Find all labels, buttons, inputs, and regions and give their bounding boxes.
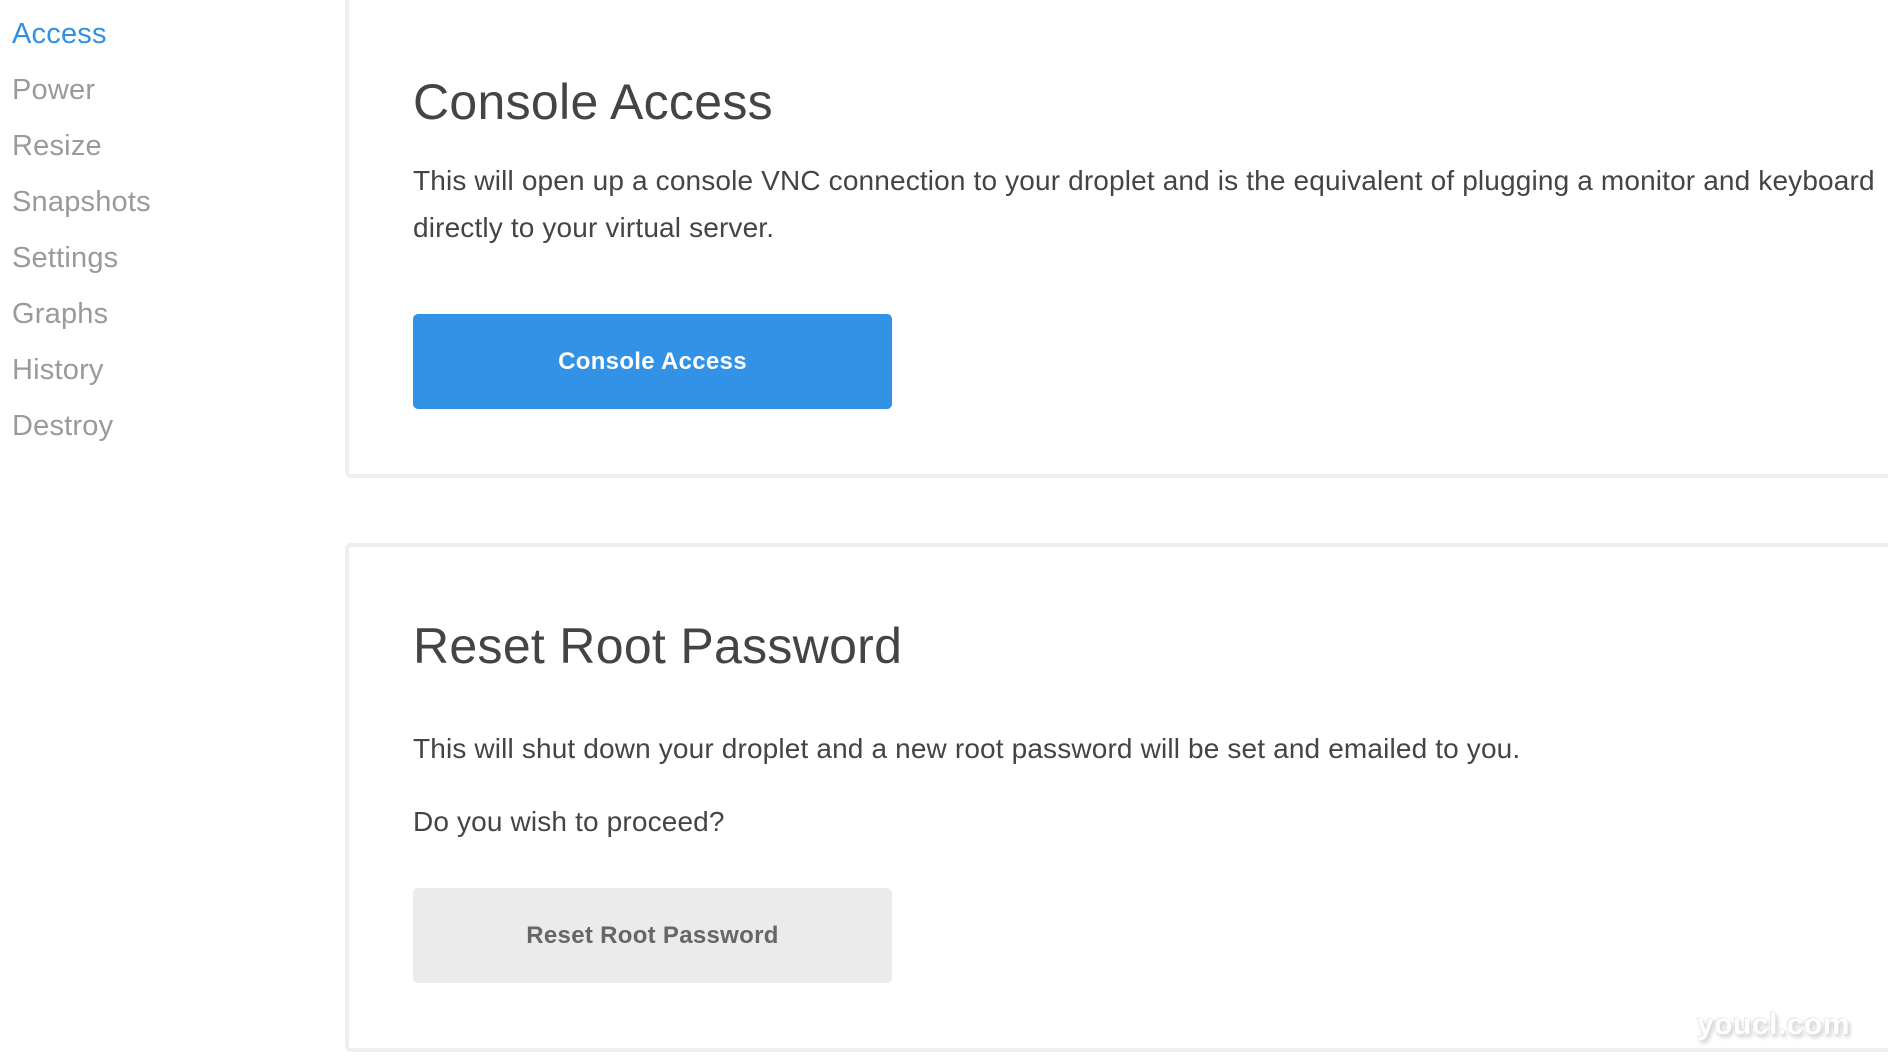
watermark-text: youcl.com <box>1697 1008 1850 1041</box>
sidebar-item-history[interactable]: History <box>12 352 104 388</box>
console-access-card: Console Access This will open up a conso… <box>345 0 1888 478</box>
sidebar-item-power[interactable]: Power <box>12 72 95 108</box>
reset-root-password-card: Reset Root Password This will shut down … <box>345 543 1888 1052</box>
console-access-description: This will open up a console VNC connecti… <box>413 165 1875 243</box>
reset-root-password-button[interactable]: Reset Root Password <box>413 888 892 983</box>
sidebar-item-snapshots[interactable]: Snapshots <box>12 184 151 220</box>
sidebar-item-settings[interactable]: Settings <box>12 240 118 276</box>
console-access-button[interactable]: Console Access <box>413 314 892 409</box>
sidebar-item-graphs[interactable]: Graphs <box>12 296 108 332</box>
reset-confirm-prompt: Do you wish to proceed? <box>413 806 725 837</box>
sidebar-item-access[interactable]: Access <box>12 16 107 52</box>
reset-root-password-title: Reset Root Password <box>413 618 903 674</box>
console-access-title: Console Access <box>413 74 773 130</box>
sidebar-item-resize[interactable]: Resize <box>12 128 102 164</box>
sidebar-nav: Access Power Resize Snapshots Settings G… <box>0 0 330 1062</box>
reset-root-password-description: This will shut down your droplet and a n… <box>413 733 1521 764</box>
sidebar-item-destroy[interactable]: Destroy <box>12 408 113 444</box>
